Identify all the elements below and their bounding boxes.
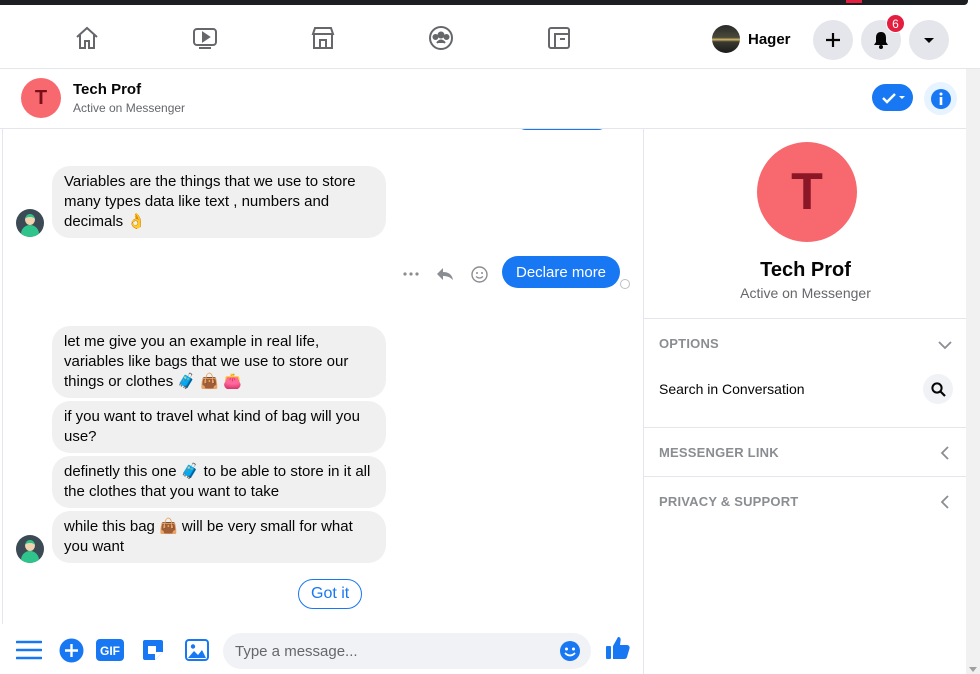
profile-chip[interactable]: Hager: [712, 21, 791, 57]
gif-icon: GIF: [96, 639, 124, 661]
chat-header: T Tech Prof Active on Messenger: [0, 69, 966, 129]
home-icon[interactable]: [73, 24, 101, 52]
create-button[interactable]: [813, 20, 853, 60]
conversation-info-button[interactable]: [924, 82, 957, 115]
sender-avatar: [16, 209, 44, 237]
conversation-info-panel: T Tech Prof Active on Messenger OPTIONS …: [643, 129, 967, 674]
tab-indicator: [846, 0, 862, 3]
scroll-down-arrow-icon[interactable]: [969, 667, 977, 672]
user-avatar: [712, 25, 740, 53]
image-icon: [185, 639, 209, 661]
contact-large-avatar[interactable]: T: [757, 142, 857, 242]
add-button[interactable]: [57, 636, 85, 664]
info-icon: [930, 88, 951, 109]
message-bubble[interactable]: if you want to travel what kind of bag w…: [52, 401, 386, 453]
messenger-link-section[interactable]: MESSENGER LINK: [644, 427, 967, 476]
reply-icon[interactable]: [435, 264, 455, 284]
photo-button[interactable]: [183, 636, 211, 664]
watch-icon[interactable]: [191, 24, 219, 52]
message-bubble[interactable]: while this bag 👜 will be very small for …: [52, 511, 386, 563]
message-bubble[interactable]: definetly this one 🧳 to be able to store…: [52, 456, 386, 508]
groups-icon[interactable]: [427, 24, 455, 52]
contact-name[interactable]: Tech Prof: [73, 81, 141, 98]
gif-button[interactable]: GIF: [95, 636, 125, 664]
smiley-icon: [560, 641, 580, 661]
message-composer: GIF: [2, 624, 643, 674]
react-icon[interactable]: [469, 264, 489, 284]
message-bubble[interactable]: Variables are the things that we use to …: [52, 166, 386, 238]
emoji-button[interactable]: [559, 640, 581, 662]
chevron-down-icon[interactable]: [937, 337, 953, 353]
check-icon: [881, 92, 896, 104]
chevron-left-icon[interactable]: [937, 445, 953, 461]
contact-status: Active on Messenger: [73, 101, 186, 115]
svg-text:GIF: GIF: [100, 644, 120, 658]
search-conversation-button[interactable]: [923, 374, 953, 404]
privacy-support-title: PRIVACY & SUPPORT: [659, 494, 799, 509]
top-bar: [0, 0, 968, 5]
info-contact-status: Active on Messenger: [740, 285, 871, 301]
contact-avatar[interactable]: T: [21, 78, 61, 118]
account-menu-button[interactable]: [909, 20, 949, 60]
notifications-button[interactable]: 6: [861, 14, 905, 60]
caret-down-icon: [924, 38, 934, 43]
gaming-icon[interactable]: [545, 24, 573, 52]
bell-icon: [874, 32, 888, 49]
sticker-button[interactable]: [139, 636, 167, 664]
previous-message-bubble: [516, 129, 608, 130]
mark-done-button[interactable]: [872, 84, 913, 111]
message-actions: [401, 264, 489, 284]
chevron-left-icon[interactable]: [937, 494, 953, 510]
plus-icon: [826, 33, 840, 47]
menu-icon: [16, 640, 42, 660]
page-scrollbar[interactable]: [966, 69, 980, 674]
seen-status-icon: [620, 279, 630, 289]
options-title: OPTIONS: [659, 336, 719, 351]
like-button[interactable]: [604, 634, 632, 662]
quick-reply-button[interactable]: Got it: [298, 579, 363, 609]
info-contact-name: Tech Prof: [760, 259, 851, 281]
messenger-link-title: MESSENGER LINK: [659, 445, 779, 460]
marketplace-icon[interactable]: [309, 24, 337, 52]
options-section: OPTIONS: [644, 318, 967, 427]
search-icon: [930, 381, 946, 397]
sticker-icon: [143, 640, 163, 660]
search-in-conversation[interactable]: Search in Conversation: [659, 381, 805, 397]
more-options-icon[interactable]: [401, 264, 421, 284]
message-bubble[interactable]: let me give you an example in real life,…: [52, 326, 386, 398]
privacy-support-section[interactable]: PRIVACY & SUPPORT: [644, 476, 967, 525]
thumbs-up-icon: [606, 637, 630, 659]
sent-message-bubble[interactable]: Declare more: [502, 256, 621, 288]
sender-avatar: [16, 535, 44, 563]
user-name: Hager: [748, 30, 791, 48]
top-nav: Hager 6: [0, 6, 980, 69]
notification-badge: 6: [886, 14, 905, 33]
plus-circle-icon: [59, 638, 83, 662]
message-input[interactable]: [223, 633, 591, 669]
more-actions-button[interactable]: [15, 636, 43, 664]
caret-down-icon: [898, 95, 905, 99]
message-list[interactable]: Variables are the things that we use to …: [2, 129, 643, 624]
